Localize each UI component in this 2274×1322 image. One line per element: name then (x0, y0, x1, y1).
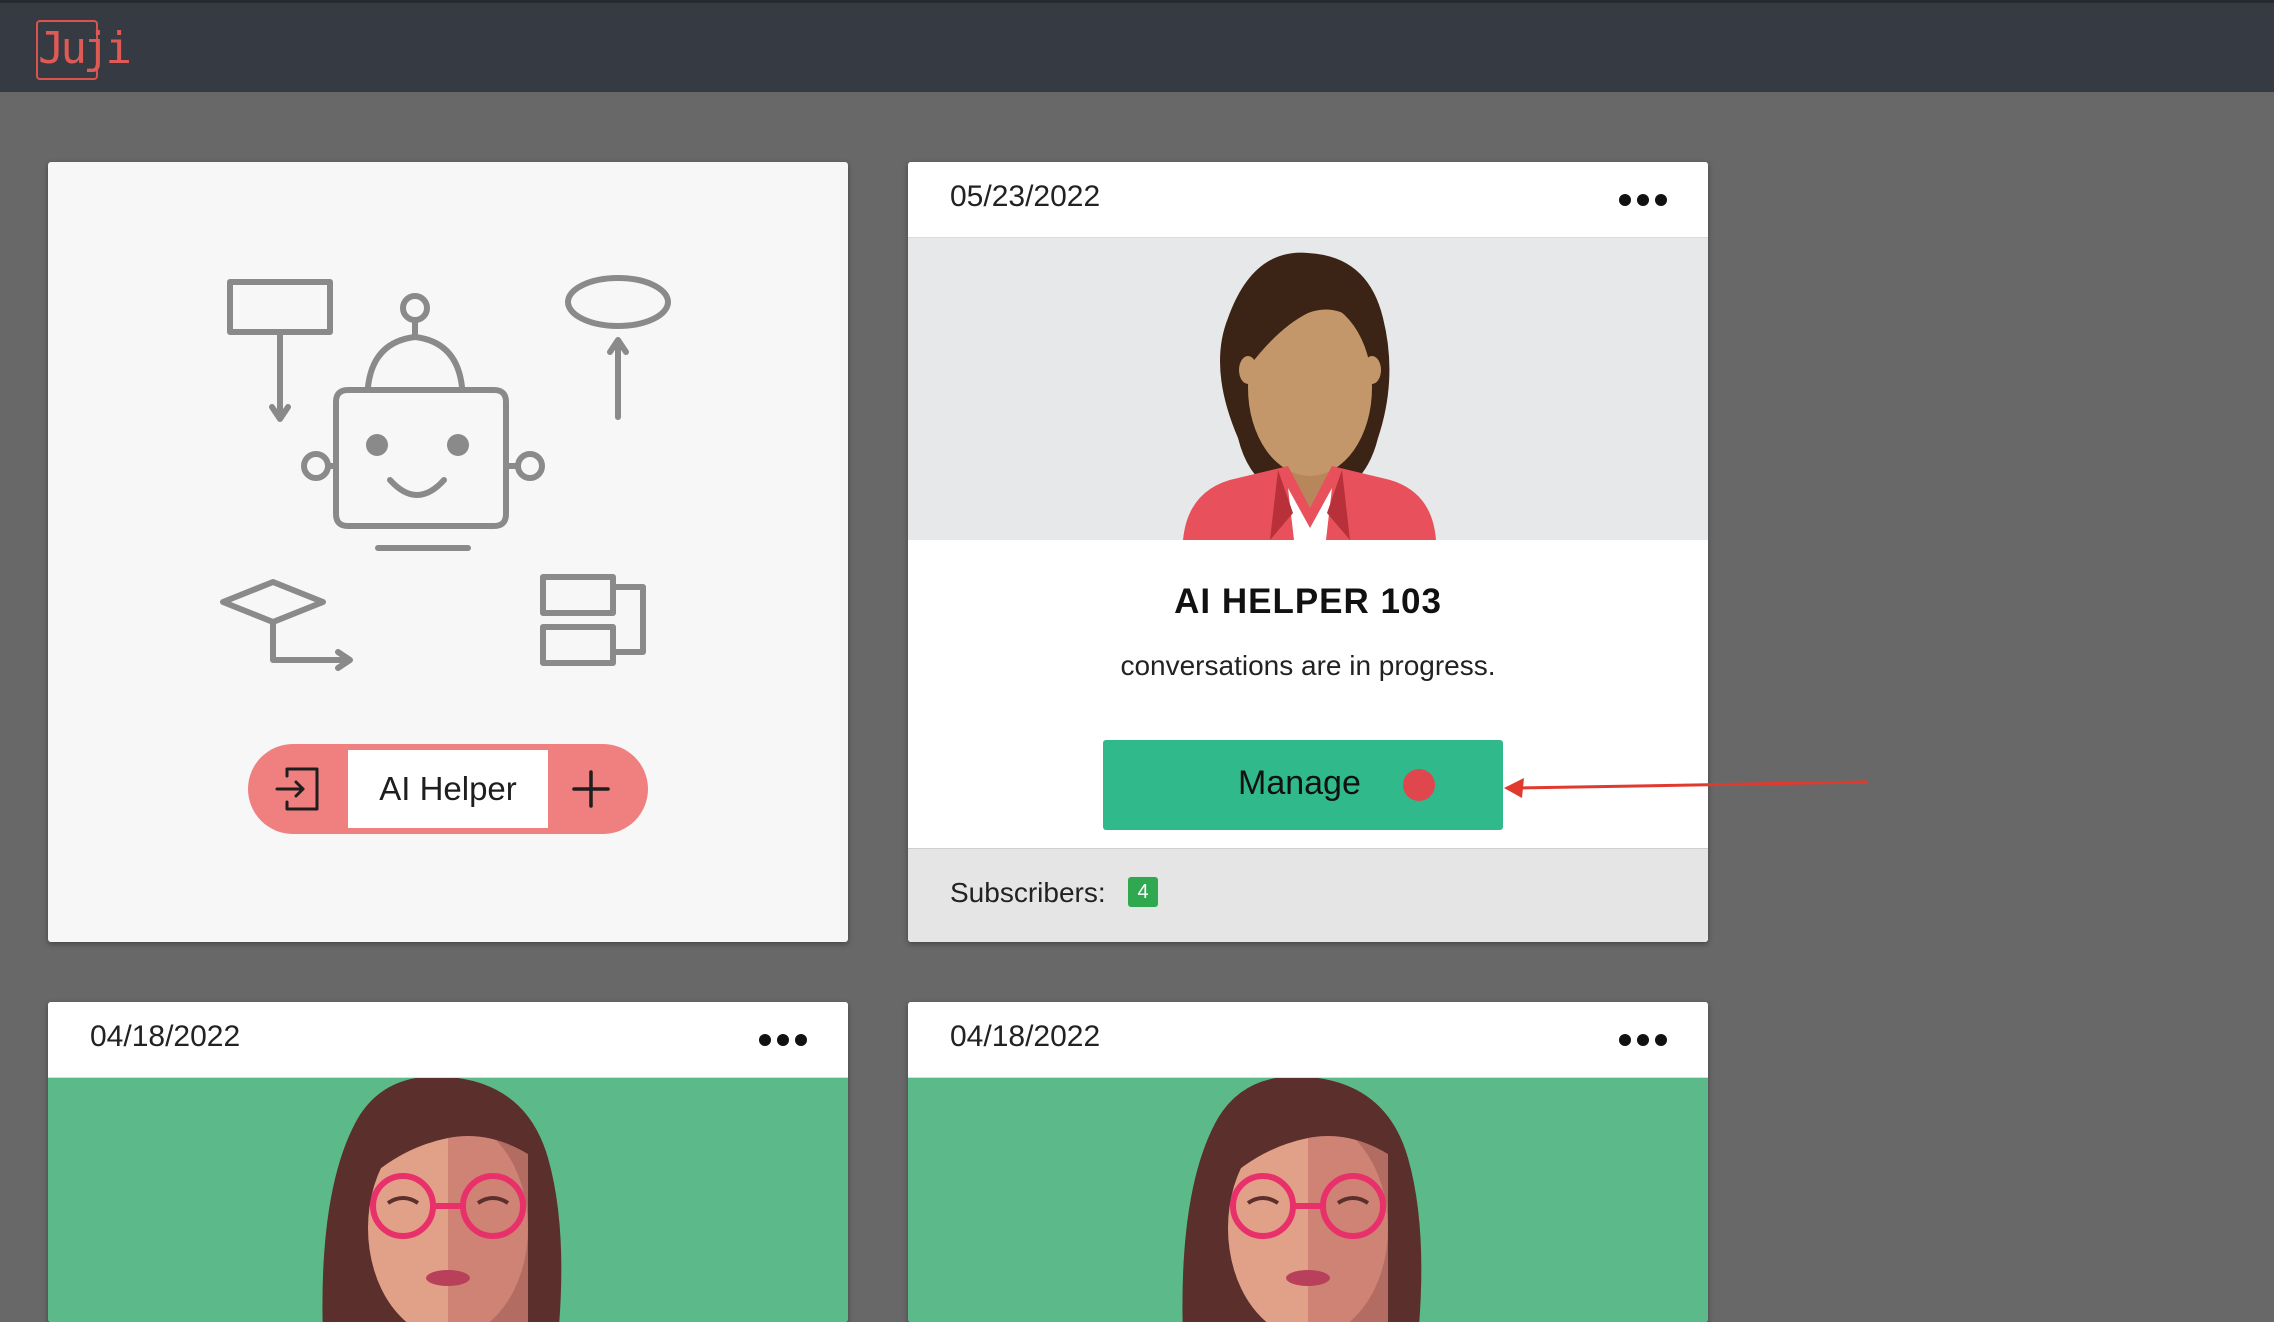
subscribers-label: Subscribers: (950, 877, 1106, 908)
more-dots-icon[interactable] (758, 1032, 808, 1048)
card-header: 04/18/2022 (48, 1002, 848, 1078)
ai-helper-template-button[interactable]: AI Helper (348, 750, 548, 828)
import-icon[interactable] (273, 764, 323, 814)
create-ai-helper-pill: AI Helper (248, 744, 648, 834)
more-dots-icon[interactable] (1618, 192, 1668, 208)
card-header: 05/23/2022 (908, 162, 1708, 238)
persona-avatar-image (908, 1078, 1708, 1322)
persona-avatar-image (908, 238, 1708, 540)
annotation-arrow-icon (1504, 778, 1869, 798)
status-dot (1403, 769, 1435, 801)
chatbot-status-text: conversations are in progress. (1120, 650, 1496, 681)
top-bar: Juji (0, 0, 2274, 92)
subscribers-count-badge[interactable]: 4 (1128, 877, 1158, 907)
chatbot-card: 04/18/2022 (48, 1002, 848, 1322)
juji-logo[interactable]: Juji (36, 20, 132, 80)
manage-button[interactable]: Manage (1103, 740, 1503, 830)
persona-avatar-image (48, 1078, 848, 1322)
chatbot-illustration-icon (220, 275, 671, 671)
create-chatbot-card: AI Helper (48, 162, 848, 942)
chatbot-card: 04/18/2022 (908, 1002, 1708, 1322)
plus-icon[interactable] (568, 766, 614, 812)
card-date: 04/18/2022 (950, 1020, 1101, 1053)
manage-button-label: Manage (1238, 764, 1361, 802)
card-date: 05/23/2022 (950, 180, 1101, 213)
more-dots-icon[interactable] (1618, 1032, 1668, 1048)
card-header: 04/18/2022 (908, 1002, 1708, 1078)
chatbot-title: AI HELPER 103 (1174, 582, 1442, 621)
card-footer: Subscribers: 4 (908, 848, 1708, 942)
chatbot-card: 05/23/2022 AI HELPER 103 conversations a… (908, 162, 1708, 942)
card-date: 04/18/2022 (90, 1020, 241, 1053)
